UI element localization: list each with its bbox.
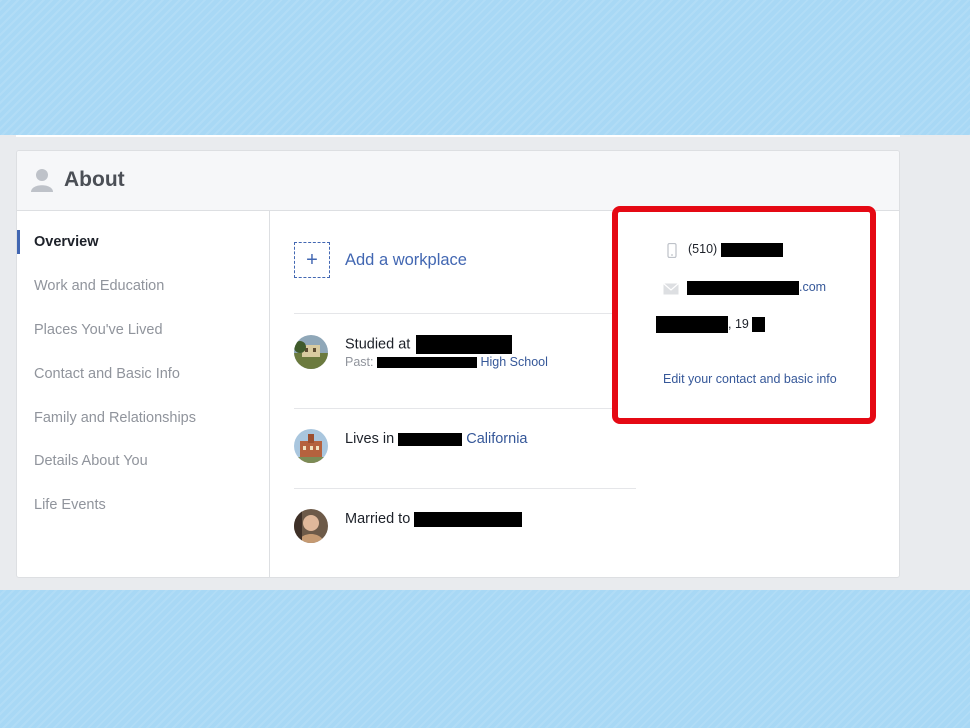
- sidebar-item-family-relationships[interactable]: Family and Relationships: [17, 404, 269, 432]
- city-photo: [294, 429, 328, 463]
- birthday-text: , 19: [728, 316, 749, 331]
- envelope-icon: [663, 283, 679, 295]
- plus-icon: +: [294, 242, 330, 278]
- married-text: Married to: [345, 511, 523, 527]
- redaction-bar: [398, 432, 463, 446]
- sidebar-item-label: Family and Relationships: [34, 410, 196, 426]
- edit-contact-info-link[interactable]: Edit your contact and basic info: [663, 372, 837, 386]
- married-prefix: Married to: [345, 511, 411, 527]
- sidebar-item-label: Life Events: [34, 497, 106, 513]
- lives-prefix: Lives in: [345, 431, 395, 447]
- sidebar-item-label: Places You've Lived: [34, 322, 163, 338]
- redaction-bar: [687, 280, 799, 295]
- redaction-bar: [752, 317, 766, 332]
- education-past-label: Past:: [345, 355, 374, 369]
- sidebar-item-label: Work and Education: [34, 278, 165, 294]
- sidebar-item-life-events[interactable]: Life Events: [17, 491, 269, 519]
- active-indicator: [17, 230, 20, 254]
- email-link[interactable]: .com: [799, 280, 826, 294]
- redaction-bar: [414, 511, 523, 527]
- redaction-bar: [416, 335, 513, 354]
- education-text: Studied at: [345, 335, 513, 354]
- add-workplace-label: Add a workplace: [345, 251, 467, 269]
- phone-prefix: (510): [688, 242, 718, 256]
- school-photo: [294, 335, 328, 369]
- location-link[interactable]: California: [466, 431, 527, 447]
- redaction-bar: [376, 357, 477, 369]
- divider: [294, 408, 636, 409]
- band-separator: [16, 135, 900, 137]
- sidebar-item-overview[interactable]: Overview: [17, 228, 269, 256]
- phone-icon: [667, 243, 677, 258]
- redaction-bar: [656, 316, 728, 333]
- phone-line: (510): [688, 242, 783, 257]
- redaction-bar: [720, 242, 783, 257]
- contact-info-highlight: (510) .com , 19 Edit your contact and ba…: [612, 206, 876, 424]
- sidebar-item-label: Contact and Basic Info: [34, 366, 180, 382]
- about-header: About: [17, 151, 899, 211]
- sidebar-item-label: Overview: [34, 234, 99, 250]
- divider: [294, 313, 636, 314]
- sidebar-item-work-and-education[interactable]: Work and Education: [17, 272, 269, 300]
- spouse-photo: [294, 509, 328, 543]
- education-prefix: Studied at: [345, 336, 411, 353]
- lives-text: Lives in California: [345, 431, 527, 447]
- education-sub: Past: High School: [345, 355, 548, 369]
- divider: [294, 488, 636, 489]
- person-icon: [31, 169, 53, 192]
- sidebar-item-places-lived[interactable]: Places You've Lived: [17, 316, 269, 344]
- sidebar-item-contact-basic-info[interactable]: Contact and Basic Info: [17, 360, 269, 388]
- sidebar-item-details-about-you[interactable]: Details About You: [17, 447, 269, 475]
- about-sidebar: Overview Work and Education Places You'v…: [17, 211, 270, 577]
- about-title: About: [64, 168, 125, 191]
- school-link[interactable]: High School: [480, 355, 547, 369]
- birthday-line: , 19: [656, 316, 766, 333]
- email-line: .com: [687, 280, 826, 295]
- sidebar-item-label: Details About You: [34, 453, 148, 469]
